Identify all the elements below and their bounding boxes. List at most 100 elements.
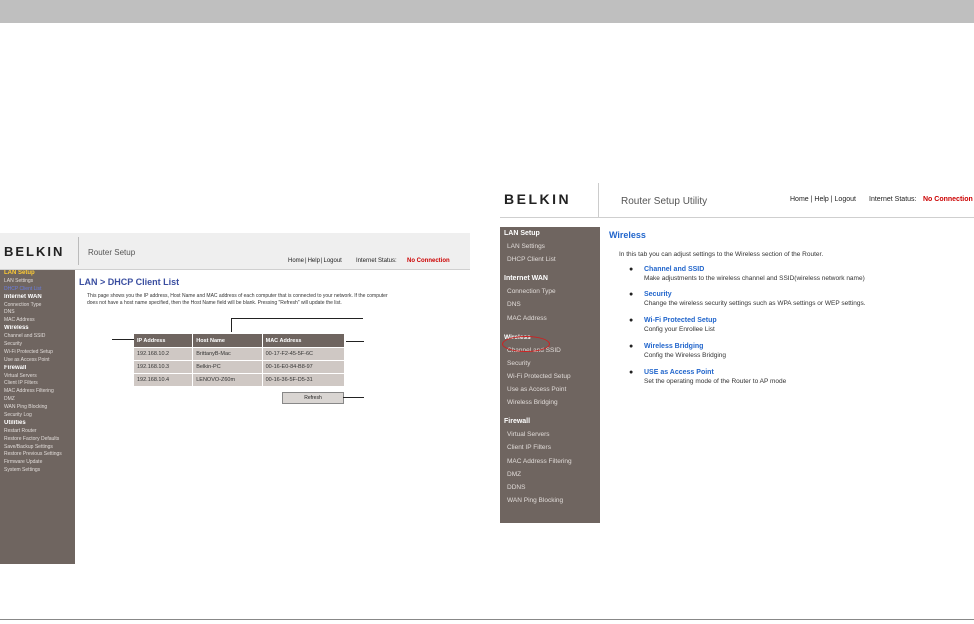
item-description: Set the operating mode of the Router to … <box>644 378 787 385</box>
page-footer-rule <box>0 619 974 620</box>
sidebar-section-internet-wan: Internet WAN <box>4 293 42 300</box>
logout-link[interactable]: Logout <box>323 258 341 264</box>
sidebar-item-security-log[interactable]: Security Log <box>0 412 75 420</box>
table-row: 192.168.10.4 LENOVO-Z60m 00-16-36-5F-D5-… <box>132 373 346 387</box>
header-divider <box>78 237 79 265</box>
router-header: BELKIN Router Setup Utility Home | Help … <box>500 183 974 218</box>
sidebar-item-ddns[interactable]: DDNS <box>500 481 600 494</box>
wireless-highlight-circle <box>502 336 550 352</box>
home-link[interactable]: Home <box>790 196 809 203</box>
sidebar-item-security[interactable]: Security <box>0 341 75 349</box>
sidebar-section-internet-wan: Internet WAN <box>504 275 548 283</box>
host-cell: BrittanyB-Mac <box>192 347 263 361</box>
bullet-icon: ● <box>629 291 634 298</box>
callout-line-host-horizontal <box>231 318 363 319</box>
internet-status-value: No Connection <box>407 258 450 264</box>
sidebar-item-lan-settings[interactable]: LAN Settings <box>0 278 75 286</box>
page-description: This page shows you the IP address, Host… <box>87 293 388 306</box>
sidebar-item-client-ip-filters[interactable]: Client IP Filters <box>0 380 75 388</box>
security-link[interactable]: Security <box>644 291 672 298</box>
sidebar-item-restore-factory-defaults[interactable]: Restore Factory Defaults <box>0 436 75 444</box>
item-description: Config the Wireless Bridging <box>644 352 727 359</box>
bullet-icon: ● <box>629 343 634 350</box>
sidebar-item-dmz[interactable]: DMZ <box>0 396 75 404</box>
sidebar-item-virtual-servers[interactable]: Virtual Servers <box>500 428 600 441</box>
page-intro: In this tab you can adjust settings to t… <box>619 251 824 258</box>
sidebar-section-utilities: Utilities <box>4 419 26 426</box>
sidebar-item-system-settings[interactable]: System Settings <box>0 467 75 475</box>
sidebar-section-firewall: Firewall <box>504 418 531 426</box>
belkin-logo: BELKIN <box>4 244 65 259</box>
sidebar-item-use-as-access-point[interactable]: Use as Access Point <box>0 357 75 365</box>
logout-link[interactable]: Logout <box>835 196 856 203</box>
sidebar-item-mac-address-filtering[interactable]: MAC Address Filtering <box>0 388 75 396</box>
item-description: Change the wireless security settings su… <box>644 300 866 307</box>
host-cell: Belkin-PC <box>192 360 263 374</box>
sidebar-item-restore-previous-settings[interactable]: Restore Previous Settings <box>0 451 75 459</box>
sidebar-item-wireless-bridging[interactable]: Wireless Bridging <box>500 396 600 409</box>
home-link[interactable]: Home <box>288 258 304 264</box>
callout-line-host-vertical <box>231 318 232 332</box>
column-header-host: Host Name <box>192 333 263 348</box>
app-title: Router Setup Utility <box>621 196 708 207</box>
ip-cell: 192.168.10.3 <box>132 360 194 374</box>
table-row: 192.168.10.2 BrittanyB-Mac 00-17-F2-45-5… <box>132 347 346 361</box>
internet-status-label: Internet Status: <box>869 196 917 203</box>
sidebar-nav: LAN Setup LAN Settings DHCP Client List Int… <box>0 270 75 564</box>
wifi-protected-setup-link[interactable]: Wi-Fi Protected Setup <box>644 317 717 324</box>
column-header-mac: MAC Address <box>261 333 346 348</box>
dhcp-client-list-screenshot: BELKIN Router Setup Home|Help|Logout Int… <box>0 233 470 564</box>
dhcp-client-table: IP Address Host Name MAC Address 192.168… <box>132 333 346 387</box>
bullet-icon: ● <box>629 369 634 376</box>
table-row: 192.168.10.3 Belkin-PC 00-16-E0-84-B8-97 <box>132 360 346 374</box>
help-link[interactable]: Help <box>814 196 828 203</box>
sidebar-item-connection-type[interactable]: Connection Type <box>0 302 75 310</box>
mac-cell: 00-16-36-5F-D5-31 <box>261 373 346 387</box>
internet-status-label: Internet Status: <box>356 258 397 264</box>
router-header: BELKIN Router Setup Home|Help|Logout Int… <box>0 233 470 270</box>
sidebar-section-lan-setup: LAN Setup <box>4 270 35 276</box>
sidebar-item-wi-fi-protected-setup[interactable]: Wi-Fi Protected Setup <box>500 370 600 383</box>
refresh-button[interactable]: Refresh <box>282 392 344 404</box>
sidebar-nav: LAN Setup LAN Settings DHCP Client List Int… <box>500 227 600 523</box>
callout-line-refresh <box>343 397 364 398</box>
header-divider <box>598 183 599 217</box>
sidebar-item-security[interactable]: Security <box>500 357 600 370</box>
sidebar-item-wan-ping-blocking[interactable]: WAN Ping Blocking <box>0 404 75 412</box>
sidebar-item-mac-address-filtering[interactable]: MAC Address Filtering <box>500 455 600 468</box>
mac-cell: 00-17-F2-45-5F-6C <box>261 347 346 361</box>
header-links: Home | Help | Logout <box>790 196 856 203</box>
sidebar-item-restart-router[interactable]: Restart Router <box>0 428 75 436</box>
sidebar-item-dhcp-client-list[interactable]: DHCP Client List <box>0 286 75 294</box>
sidebar-item-virtual-servers[interactable]: Virtual Servers <box>0 373 75 381</box>
item-description: Make adjustments to the wireless channel… <box>644 275 865 282</box>
channel-ssid-link[interactable]: Channel and SSID <box>644 266 704 273</box>
sidebar-item-wi-fi-protected-setup[interactable]: Wi-Fi Protected Setup <box>0 349 75 357</box>
page-header-bar <box>0 0 974 23</box>
mac-cell: 00-16-E0-84-B8-97 <box>261 360 346 374</box>
sidebar-item-wan-ping-blocking[interactable]: WAN Ping Blocking <box>500 494 600 507</box>
sidebar-section-lan-setup: LAN Setup <box>504 230 540 237</box>
header-links: Home|Help|Logout <box>288 258 342 264</box>
use-as-access-point-link[interactable]: USE as Access Point <box>644 369 714 376</box>
sidebar-item-client-ip-filters[interactable]: Client IP Filters <box>500 441 600 454</box>
wireless-screenshot: BELKIN Router Setup Utility Home | Help … <box>500 183 974 523</box>
sidebar-item-mac-address[interactable]: MAC Address <box>500 312 600 325</box>
sidebar-item-dns[interactable]: DNS <box>500 298 600 311</box>
sidebar-item-dmz[interactable]: DMZ <box>500 468 600 481</box>
callout-line-mac <box>346 341 364 342</box>
sidebar-item-use-as-access-point[interactable]: Use as Access Point <box>500 383 600 396</box>
sidebar-item-channel-and-ssid[interactable]: Channel and SSID <box>0 333 75 341</box>
sidebar-item-mac-address[interactable]: MAC Address <box>0 317 75 325</box>
wireless-bridging-link[interactable]: Wireless Bridging <box>644 343 703 350</box>
help-link[interactable]: Help <box>308 258 320 264</box>
sidebar-item-save-backup-settings[interactable]: Save/Backup Settings <box>0 444 75 452</box>
sidebar-section-firewall: Firewall <box>4 364 27 371</box>
sidebar-item-dhcp-client-list[interactable]: DHCP Client List <box>500 253 600 266</box>
ip-cell: 192.168.10.2 <box>132 347 194 361</box>
belkin-logo: BELKIN <box>504 191 572 207</box>
sidebar-item-connection-type[interactable]: Connection Type <box>500 285 600 298</box>
sidebar-item-firmware-update[interactable]: Firmware Update <box>0 459 75 467</box>
sidebar-item-lan-settings[interactable]: LAN Settings <box>500 240 600 253</box>
sidebar-item-dns[interactable]: DNS <box>0 309 75 317</box>
